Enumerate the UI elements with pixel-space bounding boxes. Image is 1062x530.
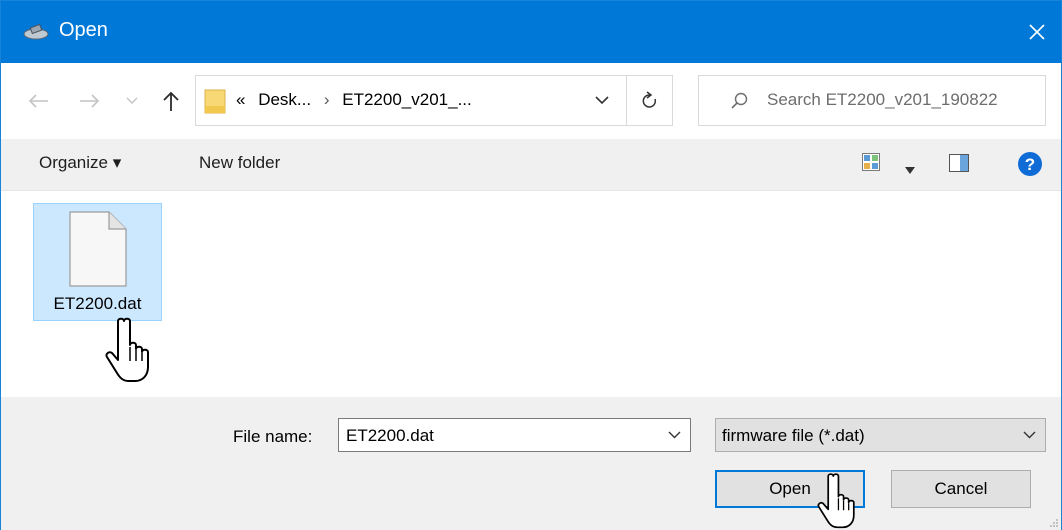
view-options-button[interactable] <box>905 159 915 179</box>
recent-locations-button[interactable] <box>123 89 141 113</box>
organize-button[interactable]: Organize ▾ <box>39 153 121 173</box>
preview-pane-button[interactable] <box>949 154 969 177</box>
breadcrumb-item-desktop[interactable]: Desk... <box>258 90 311 109</box>
file-chooser-footer: File name: ET2200.dat firmware file (*.d… <box>1 397 1061 530</box>
change-view-button[interactable] <box>862 153 880 176</box>
resize-grip-icon[interactable] <box>1049 518 1059 528</box>
close-button[interactable] <box>1013 1 1061 63</box>
file-list: ET2200.dat <box>1 191 1061 397</box>
chevron-down-icon <box>126 97 138 104</box>
folder-icon <box>204 89 226 114</box>
arrow-up-icon <box>163 91 179 111</box>
arrow-left-icon <box>28 94 48 108</box>
refresh-icon <box>642 90 656 108</box>
arrow-right-icon <box>80 94 100 108</box>
chevron-down-icon <box>668 431 680 439</box>
view-tiles-icon <box>862 153 880 171</box>
address-dropdown-button[interactable] <box>580 76 624 125</box>
file-type-dropdown-button[interactable] <box>1017 419 1041 451</box>
chevron-down-icon <box>595 96 609 105</box>
open-button-label: Open <box>769 479 811 498</box>
file-name-label: ET2200.dat <box>53 294 142 313</box>
forward-button[interactable] <box>77 89 103 113</box>
caret-down-icon <box>905 167 915 174</box>
file-type-value: firmware file (*.dat) <box>722 426 865 445</box>
breadcrumb-overflow[interactable]: « <box>236 90 245 109</box>
chevron-down-icon <box>1023 431 1035 439</box>
address-bar[interactable]: « Desk... › ET2200_v201_... <box>195 75 673 126</box>
command-toolbar: Organize ▾ New folder ? <box>1 139 1061 191</box>
cancel-button-label: Cancel <box>934 479 988 498</box>
search-icon <box>731 92 748 109</box>
breadcrumb-separator[interactable]: › <box>324 90 330 109</box>
svg-text:?: ? <box>1025 155 1035 174</box>
refresh-button[interactable] <box>626 76 672 125</box>
document-icon <box>69 211 127 287</box>
up-button[interactable] <box>159 89 183 113</box>
file-name-input[interactable]: ET2200.dat <box>338 418 691 452</box>
breadcrumb: « Desk... › ET2200_v201_... <box>236 90 472 110</box>
open-file-dialog: Open « Desk... › ET2200_v201_... Search … <box>0 0 1062 530</box>
file-name-field-label: File name: <box>233 427 313 446</box>
preview-pane-icon <box>949 154 969 172</box>
window-title: Open <box>59 19 108 41</box>
search-input[interactable]: Search ET2200_v201_190822 <box>698 75 1046 126</box>
close-icon <box>1029 24 1045 40</box>
back-button[interactable] <box>25 89 51 113</box>
app-icon <box>23 23 49 40</box>
hand-cursor-icon <box>817 473 855 529</box>
help-icon: ? <box>1018 152 1042 176</box>
new-folder-button[interactable]: New folder <box>199 153 280 173</box>
hand-cursor-icon <box>105 317 149 382</box>
breadcrumb-item-folder[interactable]: ET2200_v201_... <box>342 90 471 109</box>
cancel-button[interactable]: Cancel <box>891 470 1031 508</box>
title-bar: Open <box>1 1 1061 63</box>
file-name-value: ET2200.dat <box>346 426 434 445</box>
help-button[interactable]: ? <box>1018 152 1042 181</box>
navigation-bar: « Desk... › ET2200_v201_... Search ET220… <box>1 63 1061 139</box>
file-name-dropdown-button[interactable] <box>662 419 686 451</box>
file-item[interactable]: ET2200.dat <box>33 203 162 321</box>
file-type-select[interactable]: firmware file (*.dat) <box>715 418 1046 452</box>
search-placeholder: Search ET2200_v201_190822 <box>767 90 998 109</box>
